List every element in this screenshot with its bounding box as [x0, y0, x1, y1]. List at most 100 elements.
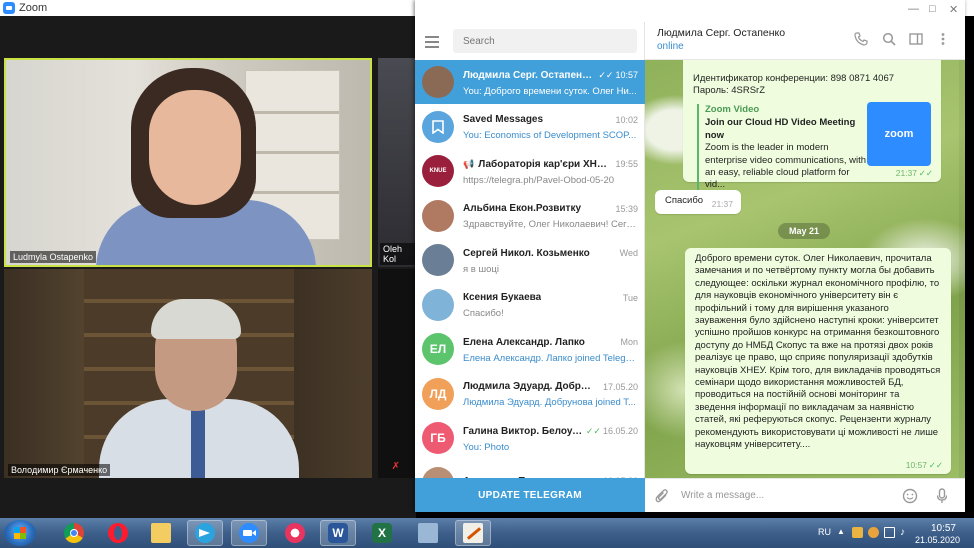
clock-time[interactable]: 10:57 [931, 523, 956, 534]
folder-icon [151, 523, 171, 543]
chat-list-item[interactable]: Saved Messages 10:02 You: Economics of Dev… [415, 105, 645, 149]
update-telegram-button[interactable]: UPDATE TELEGRAM [415, 478, 645, 512]
taskbar-telegram[interactable] [187, 520, 223, 546]
chat-name: Ксения Букаева [463, 292, 542, 303]
chat-header: Людмила Серг. Остапенко online [645, 22, 965, 60]
maximize-icon[interactable]: □ [929, 3, 936, 15]
chat-time: Wed [619, 248, 638, 258]
message-text: Пароль: 4SRSrZ [693, 85, 766, 97]
zoom-logo-thumbnail: zoom [867, 102, 931, 166]
message-scrollbar[interactable] [959, 60, 965, 478]
chat-list-item[interactable]: Сергей Никол. Козьменко Wed я в шоці [415, 238, 645, 282]
message-time: 10:57 [905, 459, 927, 470]
chat-time: Tue [622, 292, 638, 303]
phone-icon[interactable] [853, 32, 869, 48]
bookmark-icon [422, 110, 454, 143]
desktop: Zoom Ludmyla Ostapenko Oleh Kol Володими… [0, 0, 974, 548]
chat-list-item[interactable]: KNUE 📢 Лабораторія кар'єри ХНЕУ 19:55 https:… [415, 149, 645, 193]
chat-avatar [422, 244, 454, 276]
participant-video [91, 60, 316, 265]
chat-avatar: ЛД [422, 377, 454, 410]
zoom-window-title: Zoom [19, 2, 48, 14]
chat-list-item[interactable]: ГБ Галина Виктор. Белоусо... ✓✓ 16.05.20 You… [415, 416, 645, 460]
computer-icon [418, 523, 438, 543]
chat-item-body: Saved Messages 10:02 You: Economics of Dev… [463, 112, 638, 141]
volume-icon[interactable]: ♪ [900, 527, 911, 538]
telegram-window: — □ ✕ Людмила Серг. Остапенко✓✓10:57You:… [415, 0, 965, 512]
chat-name: Людмила Эдуард. Добрунова [463, 381, 593, 392]
taskbar-notes[interactable] [455, 520, 491, 546]
chat-name: Альбина Екон.Розвитку [463, 203, 582, 214]
taskbar-excel[interactable]: X [364, 520, 400, 546]
chat-name: Елена Александр. Лапко [463, 336, 585, 348]
chat-list-item[interactable]: Альбина Екон.Розвитку 15:39 Здравствуйте, … [415, 194, 645, 238]
chat-time: 10:57 [615, 70, 638, 80]
video-tile-empty[interactable]: ✗ [378, 269, 416, 478]
chat-item-body: Сергей Никол. Козьменко Wed я в шоці [463, 246, 638, 275]
excel-icon: X [372, 523, 392, 543]
sidebar-header [415, 22, 644, 60]
chat-avatar: KNUE [422, 155, 454, 187]
chat-item-body: 📢 Лабораторія кар'єри ХНЕУ 19:55 https://te… [463, 157, 638, 186]
link-preview[interactable]: Zoom Video Join our Cloud HD Video Meeti… [697, 104, 867, 192]
search-icon[interactable] [881, 32, 897, 48]
clock-date[interactable]: 21.05.2020 [915, 535, 960, 545]
video-tile-oleh[interactable]: Oleh Kol [378, 58, 416, 267]
zoom-gallery: Ludmyla Ostapenko Oleh Kol Володимир Єрм… [0, 16, 416, 518]
opera-icon [108, 523, 128, 543]
chat-list-item[interactable]: ЕЛ Елена Александр. Лапко Mon Елена Алексан… [415, 327, 645, 371]
zoom-icon [239, 523, 259, 543]
start-button[interactable] [4, 520, 36, 546]
hamburger-menu-icon[interactable] [425, 35, 439, 48]
attach-icon[interactable] [655, 488, 669, 509]
chat-name: Людмила Серг. Остапенко [463, 69, 593, 81]
message-time: 21:37 [895, 167, 917, 178]
chat-name: Галина Виктор. Белоусо... [463, 425, 586, 437]
chat-last-message: Здравствуйте, Олег Николаевич! Сего... [463, 219, 638, 230]
emoji-icon[interactable] [902, 488, 918, 509]
chrome-icon [64, 523, 84, 543]
video-tile-ludmyla[interactable]: Ludmyla Ostapenko [4, 58, 372, 267]
message-history: Идентификатор конференции: 898 0871 4067… [645, 60, 965, 478]
chat-avatar: ГБ [422, 422, 454, 454]
chat-time: Mon [620, 337, 638, 347]
megaphone-icon: 📢 [463, 158, 475, 169]
chat-list-item[interactable]: Ксения Букаева Tue Спасибо! [415, 283, 645, 327]
chat-item-body: Елена Александр. Лапко Mon Елена Александр… [463, 335, 638, 364]
peer-name[interactable]: Людмила Серг. Остапенко [657, 27, 785, 39]
network-icon[interactable] [884, 527, 895, 538]
chat-last-message: You: Доброго времени суток. Олег Ни... [463, 85, 637, 97]
sidebar-toggle-icon[interactable] [908, 32, 924, 48]
taskbar-network-app[interactable] [410, 520, 446, 546]
more-options-icon[interactable] [935, 32, 951, 48]
taskbar-word[interactable]: W [320, 520, 356, 546]
chat-list-item[interactable]: Людмила Серг. Остапенко ✓✓ 10:57 You: Добро… [415, 60, 645, 104]
message-input[interactable]: Write a message... [681, 490, 764, 501]
taskbar-itunes[interactable] [277, 520, 313, 546]
zoom-app-icon [3, 2, 15, 14]
chat-list-item[interactable]: ЛДЛюдмила Эдуард. Добрунова17.05.20Людми… [415, 372, 645, 416]
preview-title: Join our Cloud HD Video Meeting now [705, 117, 856, 141]
minimize-icon[interactable]: — [908, 3, 919, 15]
chevron-up-icon[interactable]: ▲ [837, 527, 848, 538]
outgoing-message[interactable]: Доброго времени суток. Олег Николаевич, … [685, 248, 951, 474]
video-tile-volodymyr[interactable]: Володимир Єрмаченко [4, 269, 372, 478]
preview-description: Zoom is the leader in modern enterprise … [705, 142, 867, 191]
chat-item-body: Ксения Букаева Tue Спасибо! [463, 290, 638, 319]
search-input[interactable] [453, 29, 637, 53]
outgoing-message[interactable]: Идентификатор конференции: 898 0871 4067… [683, 60, 941, 192]
taskbar-opera[interactable] [100, 520, 136, 546]
language-indicator[interactable]: RU [818, 527, 831, 537]
close-icon[interactable]: ✕ [949, 3, 958, 16]
taskbar-zoom[interactable] [231, 520, 267, 546]
tray-app-icon[interactable] [868, 527, 879, 538]
telegram-titlebar: — □ ✕ [415, 0, 965, 22]
taskbar-chrome[interactable] [56, 520, 92, 546]
taskbar-explorer[interactable] [143, 520, 179, 546]
microphone-icon[interactable] [936, 488, 948, 509]
chat-avatar [422, 66, 454, 98]
chat-item-body: Людмила Серг. Остапенко ✓✓ 10:57 You: Добро… [463, 68, 638, 97]
tray-app-icon[interactable] [852, 527, 863, 538]
incoming-message[interactable]: Спасибо 21:37 [655, 190, 741, 214]
chat-name: Saved Messages [463, 114, 544, 125]
